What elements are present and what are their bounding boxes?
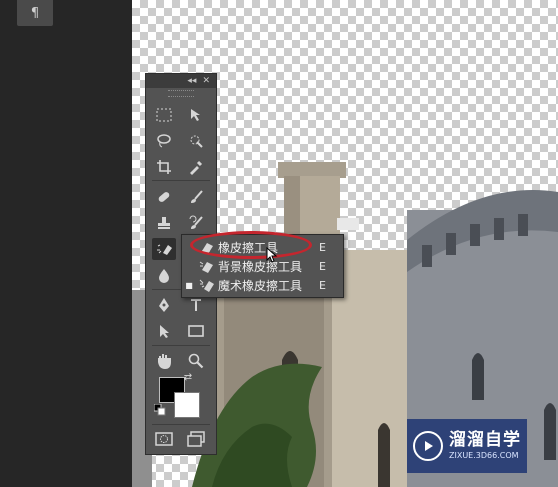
quick-mask-icon[interactable] bbox=[152, 428, 176, 450]
swap-colors-icon[interactable]: ⇄ bbox=[180, 370, 196, 384]
toolbar-divider bbox=[152, 180, 210, 181]
default-colors-icon[interactable] bbox=[152, 403, 168, 417]
pen-icon[interactable] bbox=[152, 294, 176, 316]
magic-eraser-icon bbox=[196, 278, 218, 292]
collapse-panel-button[interactable]: ◂◂ bbox=[187, 76, 196, 86]
rectangular-marquee-icon[interactable] bbox=[152, 104, 176, 126]
watermark-badge: 溜溜自学 ZIXUE.3D66.COM bbox=[407, 419, 527, 473]
screen-mode-icon[interactable] bbox=[184, 428, 208, 450]
clone-stamp-icon[interactable] bbox=[152, 212, 176, 234]
hand-icon[interactable] bbox=[152, 350, 176, 372]
selected-marker: ■ bbox=[185, 280, 193, 290]
flyout-item-magic-eraser[interactable]: ■ 魔术橡皮擦工具 E bbox=[182, 275, 343, 295]
brush-icon[interactable] bbox=[184, 186, 208, 208]
left-dock: ¶ bbox=[0, 0, 132, 487]
zoom-icon[interactable] bbox=[184, 350, 208, 372]
highlight-annotation bbox=[190, 231, 312, 259]
history-brush-icon[interactable] bbox=[184, 212, 208, 234]
move-icon[interactable] bbox=[184, 104, 208, 126]
close-panel-button[interactable]: ✕ bbox=[202, 76, 210, 86]
watermark-title: 溜溜自学 bbox=[449, 430, 521, 450]
flyout-item-shortcut: E bbox=[319, 259, 326, 273]
blur-icon[interactable] bbox=[152, 264, 176, 286]
toolbar-divider bbox=[152, 345, 210, 346]
eraser-icon[interactable] bbox=[152, 238, 176, 260]
quick-selection-icon[interactable] bbox=[184, 130, 208, 152]
watermark-url: ZIXUE.3D66.COM bbox=[449, 451, 519, 460]
tools-panel-header: ◂◂ ✕ bbox=[146, 74, 216, 88]
flyout-item-shortcut: E bbox=[319, 240, 326, 254]
play-logo-icon bbox=[413, 431, 443, 461]
lasso-icon[interactable] bbox=[152, 130, 176, 152]
crop-icon[interactable] bbox=[152, 156, 176, 178]
paragraph-button[interactable]: ¶ bbox=[17, 0, 53, 26]
eyedropper-icon[interactable] bbox=[184, 156, 208, 178]
mouse-cursor-icon bbox=[266, 247, 278, 263]
toolbar-divider bbox=[152, 424, 210, 425]
paragraph-icon: ¶ bbox=[30, 5, 40, 21]
flyout-item-shortcut: E bbox=[319, 278, 326, 292]
flyout-item-background-eraser[interactable]: 背景橡皮擦工具 E bbox=[182, 256, 343, 276]
panel-grip[interactable] bbox=[168, 90, 194, 97]
spot-healing-brush-icon[interactable] bbox=[152, 186, 176, 208]
rectangle-shape-icon[interactable] bbox=[184, 320, 208, 342]
path-selection-icon[interactable] bbox=[152, 320, 176, 342]
background-color-swatch[interactable] bbox=[174, 392, 200, 418]
background-eraser-icon bbox=[196, 259, 218, 273]
flyout-item-label: 魔术橡皮擦工具 bbox=[218, 278, 303, 293]
